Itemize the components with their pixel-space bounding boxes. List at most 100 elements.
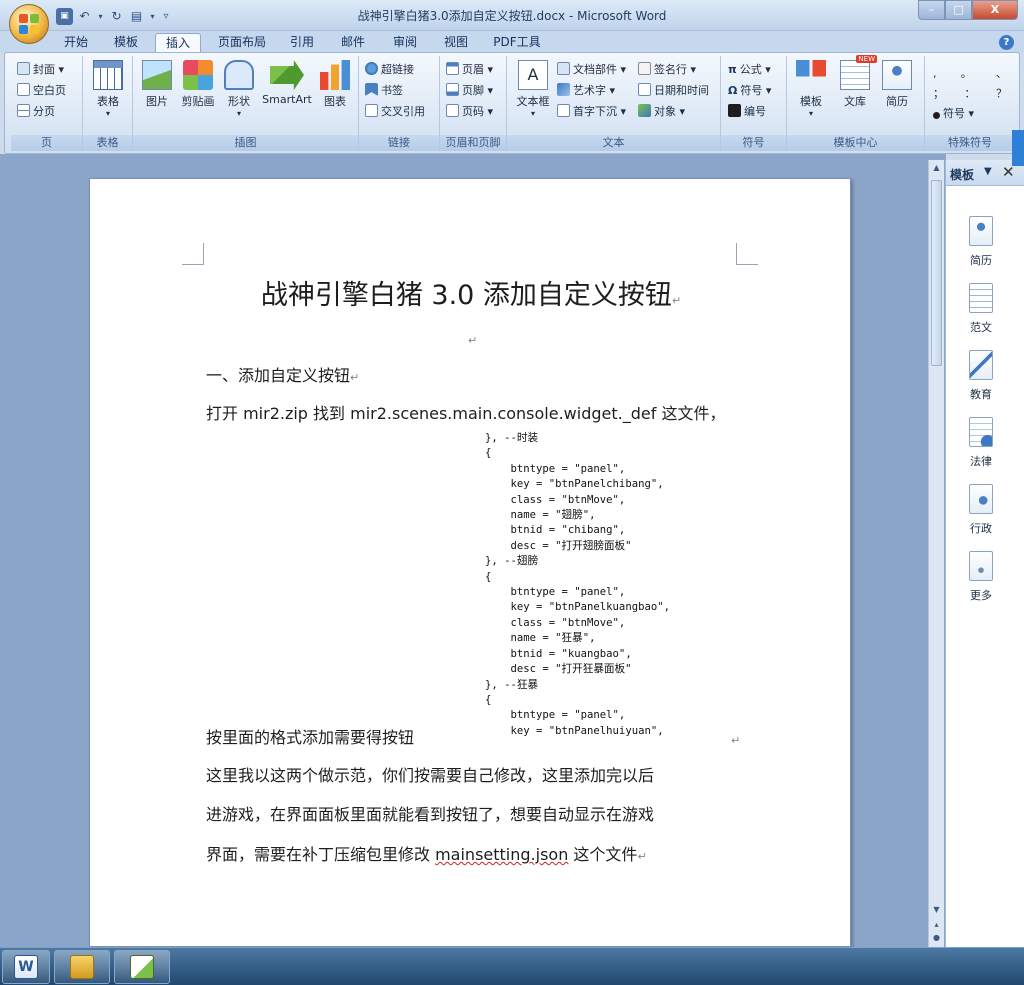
group-label-special-symbols: 特殊符号	[925, 135, 1015, 151]
close-button[interactable]: X	[972, 0, 1018, 20]
education-icon	[969, 350, 993, 380]
cover-page-button[interactable]: 封面 ▾	[17, 60, 64, 79]
ribbon-tabs: 开始 模板 插入 页面布局 引用 邮件 审阅 视图 PDF工具	[0, 31, 1024, 53]
tab-page-layout[interactable]: 页面布局	[211, 33, 273, 53]
previous-page-icon[interactable]: ▴	[931, 920, 942, 933]
date-time-button[interactable]: 日期和时间	[638, 81, 709, 100]
header-button[interactable]: 页眉 ▾	[446, 60, 493, 79]
special-symbol-button[interactable]: 符号 ▾	[933, 104, 974, 123]
wordart-button[interactable]: 艺术字 ▾	[557, 81, 615, 100]
help-icon[interactable]: ?	[999, 35, 1014, 50]
chart-icon	[320, 60, 350, 90]
office-button[interactable]	[9, 4, 49, 44]
group-illustrations: 图片 剪贴画 形状 ▾ SmartArt 图表 插图	[133, 56, 359, 151]
side-panel-edge	[1012, 130, 1024, 166]
symbol-button[interactable]: Ω 符号 ▾	[728, 81, 771, 100]
tab-insert[interactable]: 插入	[155, 33, 201, 53]
table-button[interactable]: 表格 ▾	[89, 60, 127, 118]
misspelled-filename: mainsetting.json	[435, 845, 569, 864]
shapes-button[interactable]: 形状 ▾	[221, 60, 257, 118]
scroll-down-icon[interactable]: ▼	[931, 905, 942, 918]
colon-button[interactable]: ：	[965, 84, 976, 103]
equation-button[interactable]: π 公式 ▾	[728, 60, 771, 79]
taskbar-explorer-button[interactable]	[54, 950, 110, 984]
library-icon: NEW	[840, 55, 877, 90]
blank-page-button[interactable]: 空白页	[17, 81, 66, 100]
comma-button[interactable]: ,	[933, 64, 937, 83]
picture-button[interactable]: 图片	[139, 60, 175, 109]
page-number-icon	[446, 104, 459, 117]
shapes-icon	[224, 60, 254, 90]
text-box-button[interactable]: A 文本框 ▾	[513, 60, 553, 118]
tab-template[interactable]: 模板	[106, 33, 146, 53]
wordart-icon	[557, 83, 570, 96]
quick-parts-button[interactable]: 文档部件 ▾	[557, 60, 626, 79]
cross-reference-button[interactable]: 交叉引用	[365, 102, 425, 121]
pi-icon: π	[728, 63, 737, 76]
maximize-button[interactable]: □	[945, 0, 972, 20]
group-tables: 表格 ▾ 表格	[83, 56, 133, 151]
tab-mailings[interactable]: 邮件	[333, 33, 373, 53]
tab-pdf-tools[interactable]: PDF工具	[486, 33, 548, 53]
footer-button[interactable]: 页脚 ▾	[446, 81, 493, 100]
explorer-icon	[70, 955, 94, 979]
chart-button[interactable]: 图表	[317, 60, 353, 109]
tab-review[interactable]: 审阅	[385, 33, 425, 53]
numbering-button[interactable]: 编号	[728, 102, 766, 121]
library-button[interactable]: NEW 文库	[837, 55, 877, 109]
signature-line-button[interactable]: 签名行 ▾	[638, 60, 696, 79]
select-browse-object-icon[interactable]: ●	[931, 933, 942, 946]
intro-paragraph: 打开 mir2.zip 找到 mir2.scenes.main.console.…	[206, 404, 726, 423]
resume-button[interactable]: 简历	[879, 60, 915, 109]
template-law[interactable]: 法律	[946, 417, 1016, 469]
page-break-button[interactable]: 分页	[17, 102, 55, 121]
quick-parts-icon	[557, 62, 570, 75]
enum-comma-button[interactable]: 、	[996, 64, 1007, 83]
template-button[interactable]: 模板 ▾	[793, 60, 829, 118]
template-icon	[796, 60, 826, 90]
clip-art-button[interactable]: 剪贴画	[177, 60, 219, 109]
document-title: 战神引擎白猪 3.0 添加自定义按钮↵	[260, 280, 682, 311]
group-label-pages: 页	[11, 135, 82, 151]
template-education[interactable]: 教育	[946, 350, 1016, 402]
smartart-button[interactable]: SmartArt	[259, 60, 315, 106]
smartart-icon	[270, 60, 304, 90]
tab-view[interactable]: 视图	[436, 33, 476, 53]
tab-home[interactable]: 开始	[56, 33, 96, 53]
template-admin[interactable]: 行政	[946, 484, 1016, 536]
template-sample[interactable]: 范文	[946, 283, 1016, 335]
page-break-icon	[17, 104, 30, 117]
sample-doc-icon	[969, 283, 993, 313]
page-number-button[interactable]: 页码 ▾	[446, 102, 493, 121]
taskbar-word-button[interactable]: W	[2, 950, 50, 984]
taskbar-notepad-button[interactable]	[114, 950, 170, 984]
scroll-up-icon[interactable]: ▲	[931, 163, 942, 176]
period-button[interactable]: 。	[961, 64, 972, 83]
tab-references[interactable]: 引用	[282, 33, 322, 53]
drop-cap-button[interactable]: 首字下沉 ▾	[557, 102, 626, 121]
title-bar: ▣ ↶ ▾ ↻ ▤ ▾ ▿ 战神引擎白猪3.0添加自定义按钮.docx - Mi…	[0, 0, 1024, 31]
semicolon-button[interactable]: ；	[933, 84, 944, 103]
table-icon	[93, 60, 123, 90]
punctuation-row-1: , 。 、	[933, 64, 1007, 83]
group-header-footer: 页眉 ▾ 页脚 ▾ 页码 ▾ 页眉和页脚	[440, 56, 507, 151]
scroll-thumb[interactable]	[931, 180, 942, 366]
vertical-scrollbar[interactable]: ▲ ▼ ▴ ●	[928, 160, 944, 947]
resume-icon	[969, 216, 993, 246]
object-button[interactable]: 对象 ▾	[638, 102, 685, 121]
bookmark-button[interactable]: 书签	[365, 81, 403, 100]
taskbar: W	[0, 947, 1024, 985]
template-more[interactable]: 更多	[946, 551, 1016, 603]
document-page[interactable]: 战神引擎白猪 3.0 添加自定义按钮↵ ↵ 一、添加自定义按钮↵ 打开 mir2…	[89, 178, 851, 947]
numbering-icon	[728, 104, 741, 117]
task-pane-dropdown-icon[interactable]: ▼	[984, 166, 992, 177]
question-mark-button[interactable]: ？	[996, 84, 1007, 103]
body-line-1: 这里我以这两个做示范，你们按需要自己修改，这里添加完以后	[206, 766, 655, 785]
code-end-mark: ↵	[731, 734, 741, 747]
minimize-button[interactable]: –	[918, 0, 945, 20]
group-text: A 文本框 ▾ 文档部件 ▾ 艺术字 ▾ 首字下沉 ▾ 签名行 ▾ 日期和时间 …	[507, 56, 721, 151]
template-task-pane: 模板 ▼ ✕ 简历 范文 教育 法律 行政 更多	[945, 160, 1024, 947]
resume-icon	[882, 60, 912, 90]
template-resume[interactable]: 简历	[946, 216, 1016, 268]
hyperlink-button[interactable]: 超链接	[365, 60, 414, 79]
